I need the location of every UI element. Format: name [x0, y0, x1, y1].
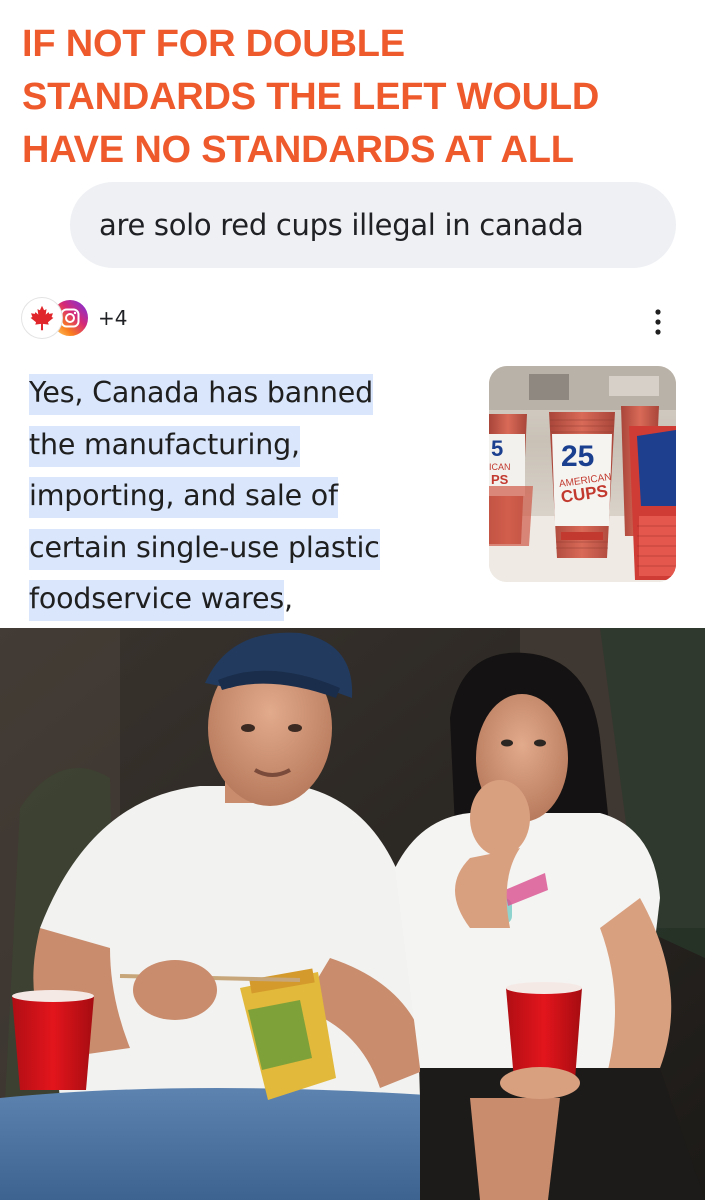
search-query-text: are solo red cups illegal in canada: [99, 208, 584, 242]
headline-line: IF NOT FOR DOUBLE: [22, 23, 405, 65]
people-with-red-cups-photo: [0, 628, 705, 1200]
ai-overview-answer: Yes, Canada has banned the manufacturing,…: [29, 367, 469, 625]
more-vert-icon[interactable]: [648, 304, 668, 340]
answer-line: importing, and sale of: [29, 477, 338, 518]
search-query-bubble[interactable]: are solo red cups illegal in canada: [70, 182, 676, 268]
meme-headline: IF NOT FOR DOUBLE STANDARDS THE LEFT WOU…: [22, 18, 692, 177]
canadian-maple-leaf-icon: [22, 298, 62, 338]
cups-thumbnail-image[interactable]: 5 ICAN PS 25 AMERICAN CUPS: [489, 366, 676, 582]
headline-line: HAVE NO STANDARDS AT ALL: [22, 129, 574, 171]
more-sources-count: +4: [98, 306, 128, 330]
headline-line: STANDARDS THE LEFT WOULD: [22, 76, 600, 118]
answer-line: Yes, Canada has banned: [29, 374, 373, 415]
cup-label-number: 25: [561, 440, 594, 473]
answer-line: the manufacturing,: [29, 425, 300, 467]
answer-line: certain single-use plastic: [29, 528, 380, 570]
left-stack-number: 5: [491, 436, 503, 461]
answer-line: foodservice wares: [29, 580, 284, 621]
sources-row[interactable]: +4: [22, 298, 127, 338]
answer-trailing-punctuation: ,: [284, 582, 293, 615]
left-stack-brand: PS: [491, 472, 509, 487]
left-stack-brand: ICAN: [489, 462, 511, 472]
